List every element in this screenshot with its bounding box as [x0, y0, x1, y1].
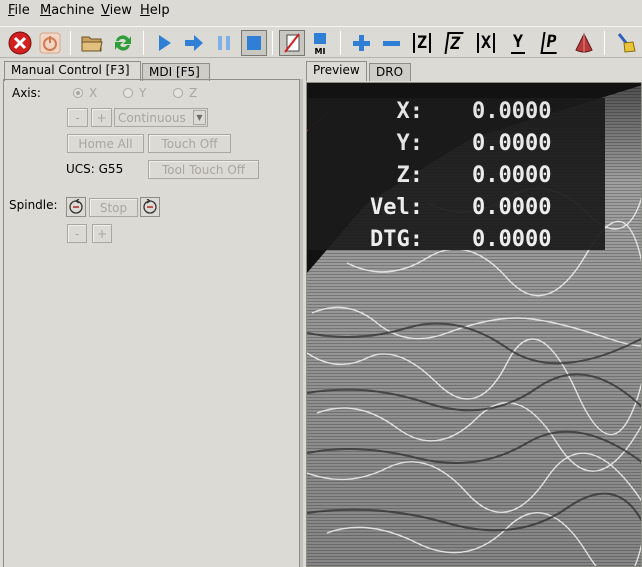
power-icon — [39, 32, 61, 54]
clear-backplot-button[interactable] — [612, 30, 638, 56]
axis-label: Axis: — [12, 86, 41, 100]
spindle-stop-button[interactable]: Stop — [89, 198, 138, 217]
view-x-button[interactable]: X — [473, 30, 499, 56]
spindle-ccw-button[interactable] — [66, 197, 86, 217]
broom-icon — [617, 33, 636, 53]
svg-text:MI: MI — [315, 47, 326, 55]
step-button[interactable] — [181, 30, 207, 56]
toolbar: MI Z Z X Y P — [0, 26, 642, 58]
jog-minus-button[interactable]: - — [67, 108, 88, 127]
axis-z-radio[interactable] — [173, 88, 183, 98]
menu-machine[interactable]: Machine — [40, 3, 94, 18]
run-button[interactable] — [151, 30, 177, 56]
axis-y-radio[interactable] — [123, 88, 133, 98]
view-y-icon: Y — [510, 32, 526, 54]
dro-row-y: Y: 0.0000 — [396, 131, 552, 156]
axis-y-label: Y — [139, 86, 147, 100]
jog-plus-button[interactable]: + — [91, 108, 112, 127]
reload-icon — [115, 35, 131, 51]
estop-icon — [8, 31, 32, 55]
spindle-cw-button[interactable] — [140, 197, 160, 217]
panel-divider[interactable] — [300, 79, 303, 567]
toolbar-separator — [143, 31, 144, 55]
play-icon — [159, 35, 171, 51]
folder-open-icon — [81, 36, 103, 52]
view-z-icon: Z — [412, 33, 432, 53]
touch-off-button[interactable]: Touch Off — [148, 134, 231, 153]
view-z2-icon: Z — [444, 32, 464, 54]
menu-help[interactable]: Help — [140, 3, 170, 18]
toggle-tool-view-button[interactable] — [571, 30, 597, 56]
view-perspective-button[interactable]: P — [537, 30, 563, 56]
stop-button[interactable] — [241, 30, 267, 56]
pause-icon — [218, 36, 230, 50]
estop-button[interactable] — [7, 30, 33, 56]
axis-z-label: Z — [189, 86, 198, 100]
optional-stop-icon: MI — [314, 33, 326, 55]
axis-x-radio[interactable] — [73, 88, 83, 98]
dro-row-vel: Vel: 0.0000 — [370, 195, 552, 220]
menu-file[interactable]: File — [8, 3, 30, 18]
zoom-in-button[interactable] — [348, 30, 374, 56]
spindle-faster-button[interactable]: + — [92, 224, 112, 243]
zoom-in-icon — [353, 35, 370, 51]
machine-power-button[interactable] — [37, 30, 63, 56]
view-z2-button[interactable]: Z — [441, 30, 467, 56]
view-y-button[interactable]: Y — [505, 30, 531, 56]
tab-dro[interactable]: DRO — [369, 63, 411, 81]
optional-stop-toggle[interactable]: MI — [307, 30, 333, 56]
tool-touch-off-button[interactable]: Tool Touch Off — [148, 160, 259, 179]
cone-tool-icon — [575, 32, 593, 53]
block-delete-toggle[interactable] — [279, 30, 305, 56]
home-all-button[interactable]: Home All — [67, 134, 144, 153]
block-delete-icon — [284, 33, 300, 53]
toolbar-separator — [70, 31, 71, 55]
toolbar-separator — [604, 31, 605, 55]
toolbar-separator — [272, 31, 273, 55]
jog-increment-select[interactable]: Continuous ▼ — [114, 108, 208, 127]
pause-button[interactable] — [211, 30, 237, 56]
menu-view[interactable]: View — [101, 3, 132, 18]
dro-row-x: X: 0.0000 — [396, 99, 552, 124]
dro-overlay: X: 0.0000 Y: 0.0000 Z: 0.0000 Vel: 0.000… — [308, 98, 605, 252]
spindle-ccw-icon — [69, 199, 83, 214]
menu-bar: File Machine View Help — [0, 0, 642, 22]
view-z-button[interactable]: Z — [409, 30, 435, 56]
ucs-label: UCS: G55 — [66, 162, 124, 176]
step-arrow-icon — [185, 35, 203, 51]
stop-icon — [247, 36, 261, 50]
tab-manual-control[interactable]: Manual Control [F3] — [4, 61, 141, 81]
view-x-icon: X — [476, 33, 496, 53]
reload-button[interactable] — [110, 30, 136, 56]
zoom-out-button[interactable] — [378, 30, 404, 56]
spindle-cw-icon — [143, 199, 157, 214]
toolbar-separator — [340, 31, 341, 55]
tab-preview[interactable]: Preview — [306, 61, 367, 81]
spindle-label: Spindle: — [9, 198, 58, 212]
view-p-icon: P — [540, 32, 560, 54]
axis-x-label: X — [89, 86, 98, 100]
dro-row-dtg: DTG: 0.0000 — [370, 227, 552, 252]
zoom-out-icon — [383, 41, 400, 46]
chevron-down-icon: ▼ — [193, 110, 206, 125]
spindle-slower-button[interactable]: - — [67, 224, 87, 243]
open-file-button[interactable] — [79, 30, 105, 56]
dro-row-z: Z: 0.0000 — [396, 163, 552, 188]
